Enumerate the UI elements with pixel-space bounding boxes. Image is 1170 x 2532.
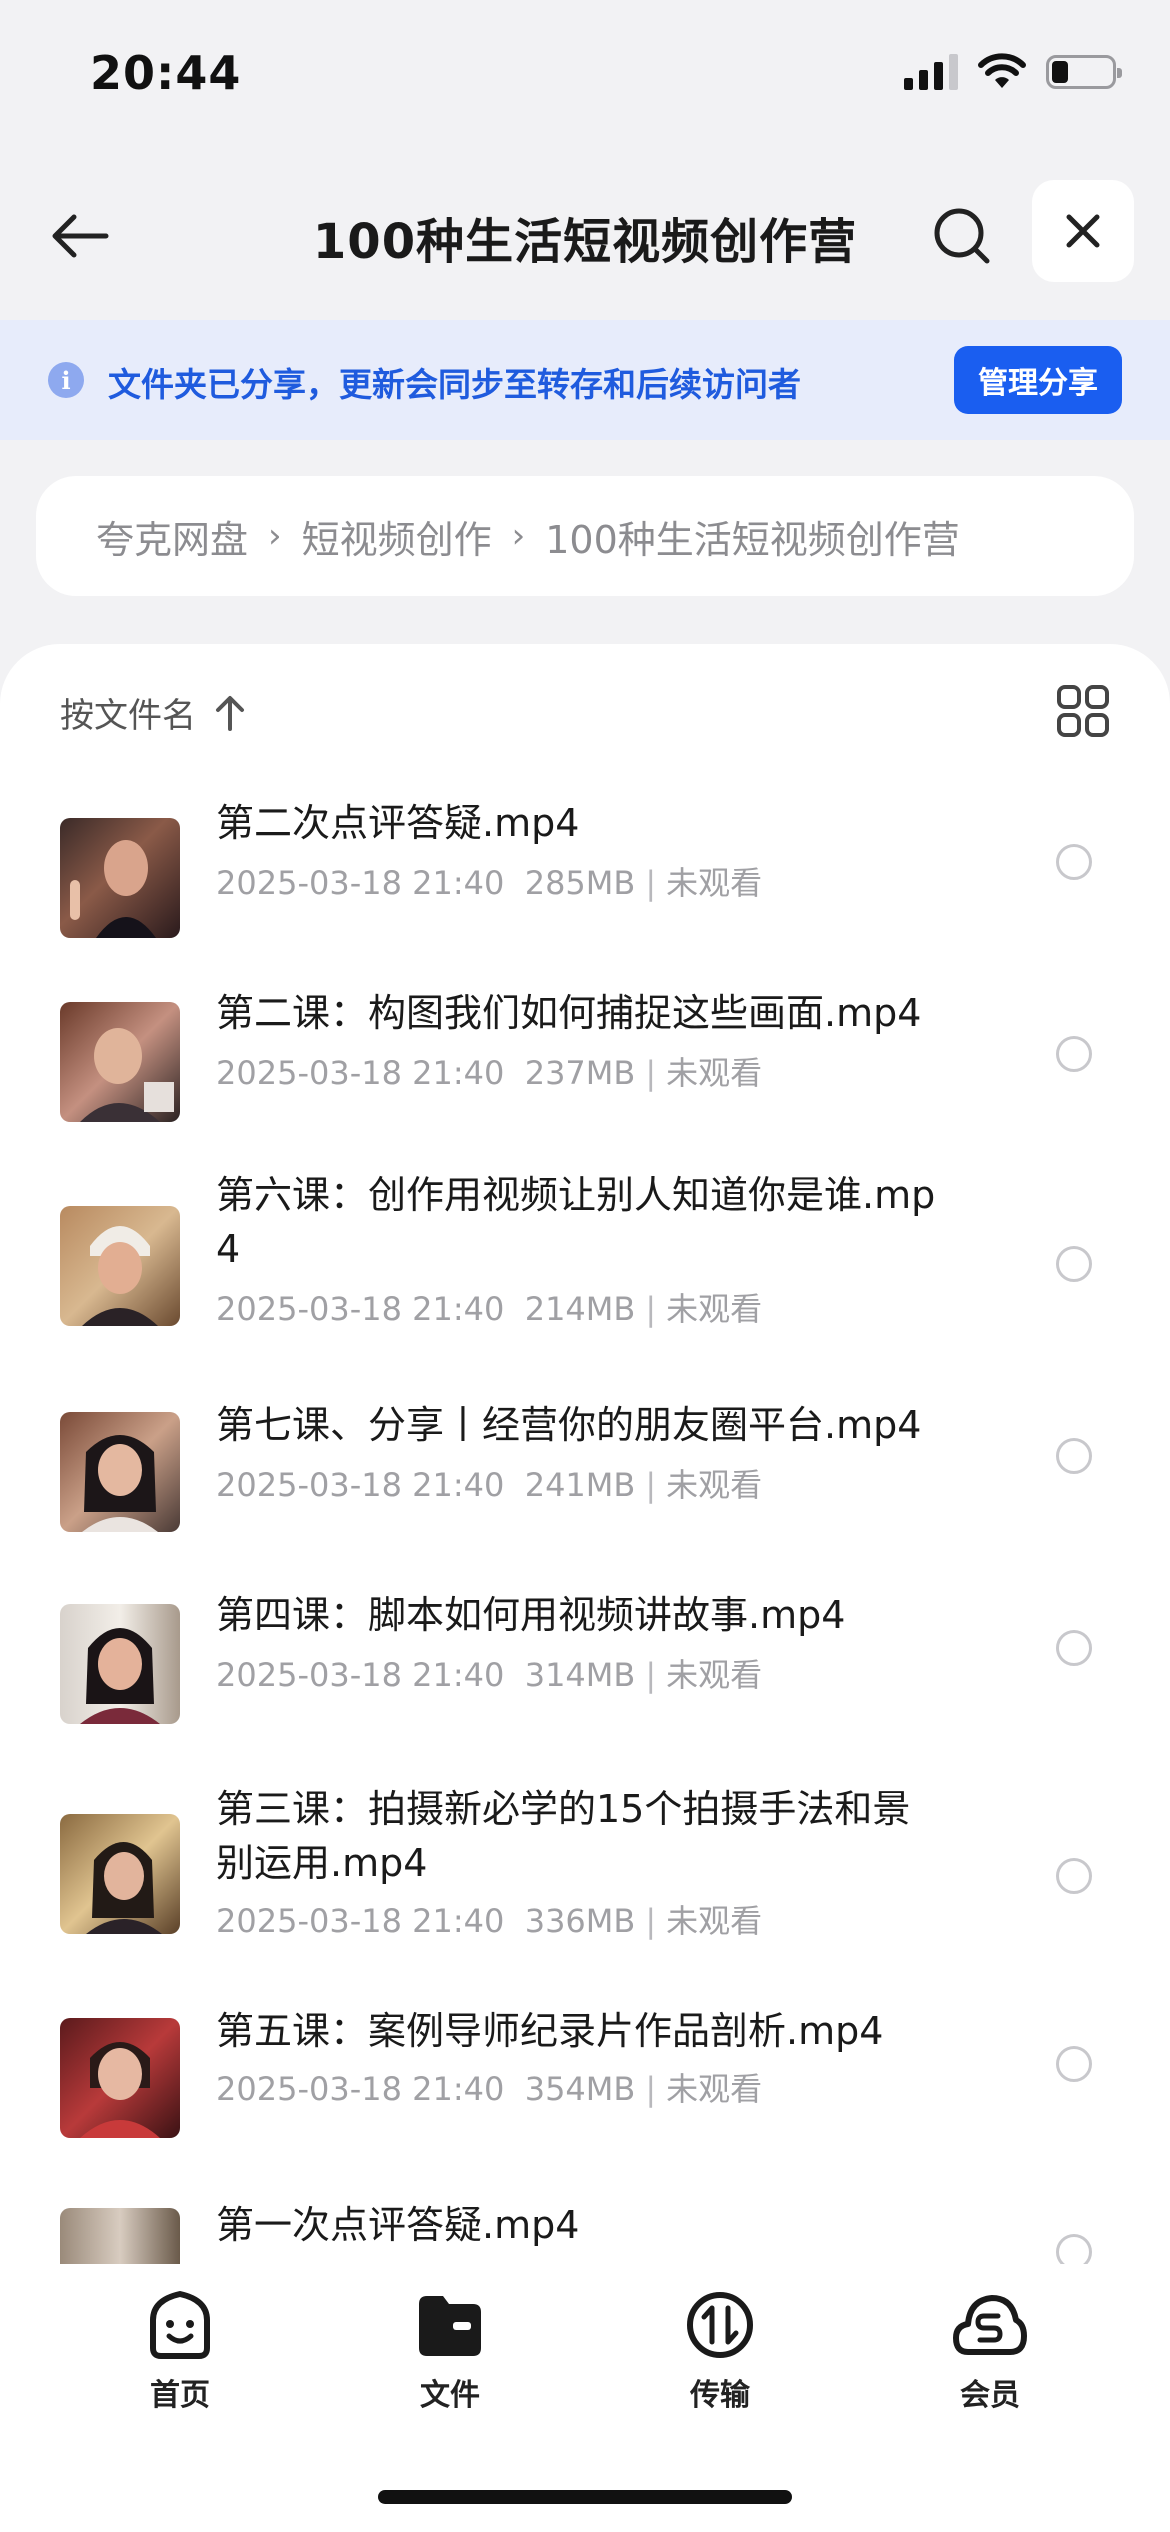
select-radio[interactable] (1056, 2046, 1092, 2082)
list-item[interactable]: 第二课：构图我们如何捕捉这些画面.mp4 2025-03-18 21:40 23… (0, 984, 1170, 1176)
file-meta: 2025-03-18 21:40 214MB | 未观看 (216, 1290, 763, 1328)
select-radio[interactable] (1056, 844, 1092, 880)
file-name: 第二课：构图我们如何捕捉这些画面.mp4 (216, 991, 922, 1035)
breadcrumb-item-parent[interactable]: 短视频创作 (302, 509, 492, 564)
list-item[interactable]: 第三课：拍摄新必学的15个拍摄手法和景别运用.mp4 2025-03-18 21… (0, 1782, 1170, 2002)
tab-home[interactable]: 首页 (110, 2290, 250, 2414)
search-button[interactable] (922, 196, 1002, 276)
video-thumbnail (60, 1412, 180, 1532)
tab-vip[interactable]: 会员 (920, 2290, 1060, 2414)
grid-icon (1057, 685, 1109, 737)
grid-view-toggle[interactable] (1056, 684, 1110, 738)
file-name: 第四课：脚本如何用视频讲故事.mp4 (216, 1593, 846, 1637)
select-radio[interactable] (1056, 2234, 1092, 2264)
arrow-up-icon (216, 695, 244, 731)
tab-label: 传输 (690, 2378, 750, 2413)
list-item[interactable]: 第五课：案例导师纪录片作品剖析.mp4 2025-03-18 21:40 354… (0, 2002, 1170, 2194)
file-meta: 2025-03-18 21:40 314MB | 未观看 (216, 1656, 763, 1694)
home-indicator[interactable] (378, 2490, 792, 2504)
list-item[interactable]: 第六课：创作用视频让别人知道你是谁.mp4 2025-03-18 21:40 2… (0, 1173, 1170, 1398)
file-name: 第二次点评答疑.mp4 (216, 801, 580, 845)
chevron-right-icon: › (511, 516, 526, 556)
tab-label: 会员 (960, 2378, 1020, 2413)
tab-transfer[interactable]: 传输 (650, 2290, 790, 2414)
select-radio[interactable] (1056, 1246, 1092, 1282)
select-radio[interactable] (1056, 1036, 1092, 1072)
status-bar: 20:44 (0, 0, 1170, 150)
file-name: 第七课、分享丨经营你的朋友圈平台.mp4 (216, 1403, 922, 1447)
file-meta: 2025-03-18 21:40 354MB | 未观看 (216, 2070, 763, 2108)
manage-share-button[interactable]: 管理分享 (954, 346, 1122, 414)
file-meta: 2025-03-18 21:40 285MB | 未观看 (216, 864, 763, 902)
tab-label: 文件 (420, 2378, 480, 2413)
tab-label: 首页 (150, 2378, 210, 2413)
breadcrumb-item-current: 100种生活短视频创作营 (545, 517, 960, 562)
share-notice-banner: i 文件夹已分享，更新会同步至转存和后续访问者 管理分享 (0, 320, 1170, 440)
file-meta: 2025-03-18 21:40 241MB | 未观看 (216, 1466, 763, 1504)
cellular-signal-icon (904, 54, 958, 90)
wifi-icon (978, 53, 1026, 88)
sort-label: 按文件名 (60, 696, 196, 736)
tab-files[interactable]: 文件 (380, 2290, 520, 2414)
battery-icon (1046, 55, 1122, 89)
file-name: 第一次点评答疑.mp4 (216, 2203, 580, 2247)
breadcrumb: 夸克网盘 › 短视频创作 › 100种生活短视频创作营 (36, 476, 1134, 596)
search-icon (934, 208, 990, 264)
select-radio[interactable] (1056, 1630, 1092, 1666)
list-item[interactable]: 第一次点评答疑.mp4 (0, 2194, 1170, 2264)
file-list-panel: 按文件名 第二次点评答疑.mp4 2025-03-18 21:40 285MB |… (0, 644, 1170, 2264)
close-button[interactable] (1032, 180, 1134, 282)
header: 100种生活短视频创作营 (0, 170, 1170, 300)
video-thumbnail (60, 2018, 180, 2138)
list-item[interactable]: 第二次点评答疑.mp4 2025-03-18 21:40 285MB | 未观看 (0, 792, 1170, 984)
video-thumbnail (60, 1002, 180, 1122)
file-meta: 2025-03-18 21:40 237MB | 未观看 (216, 1054, 763, 1092)
video-thumbnail (60, 1604, 180, 1724)
file-name: 第六课：创作用视频让别人知道你是谁.mp4 (216, 1173, 936, 1271)
file-name: 第五课：案例导师纪录片作品剖析.mp4 (216, 2009, 884, 2053)
folder-icon (419, 2296, 481, 2356)
notice-text: 文件夹已分享，更新会同步至转存和后续访问者 (108, 365, 801, 404)
chevron-right-icon: › (268, 516, 282, 556)
file-name: 第三课：拍摄新必学的15个拍摄手法和景别运用.mp4 (216, 1787, 911, 1885)
video-thumbnail (60, 2208, 180, 2264)
status-icons (904, 52, 1122, 92)
select-radio[interactable] (1056, 1438, 1092, 1474)
list-item[interactable]: 第七课、分享丨经营你的朋友圈平台.mp4 2025-03-18 21:40 24… (0, 1398, 1170, 1590)
file-list: 第二次点评答疑.mp4 2025-03-18 21:40 285MB | 未观看 第… (0, 792, 1170, 2264)
transfer-icon (687, 2292, 753, 2358)
info-icon: i (48, 362, 84, 398)
close-icon (1066, 214, 1100, 248)
select-radio[interactable] (1056, 1858, 1092, 1894)
video-thumbnail (60, 1814, 180, 1934)
vip-cloud-icon (953, 2295, 1027, 2355)
sort-toggle[interactable]: 按文件名 (60, 688, 246, 737)
video-thumbnail (60, 818, 180, 938)
list-item[interactable]: 第四课：脚本如何用视频讲故事.mp4 2025-03-18 21:40 314M… (0, 1590, 1170, 1782)
file-meta: 2025-03-18 21:40 336MB | 未观看 (216, 1902, 763, 1940)
breadcrumb-item-root[interactable]: 夸克网盘 (96, 509, 248, 564)
home-face-icon (150, 2291, 210, 2359)
status-time: 20:44 (90, 46, 242, 100)
video-thumbnail (60, 1206, 180, 1326)
